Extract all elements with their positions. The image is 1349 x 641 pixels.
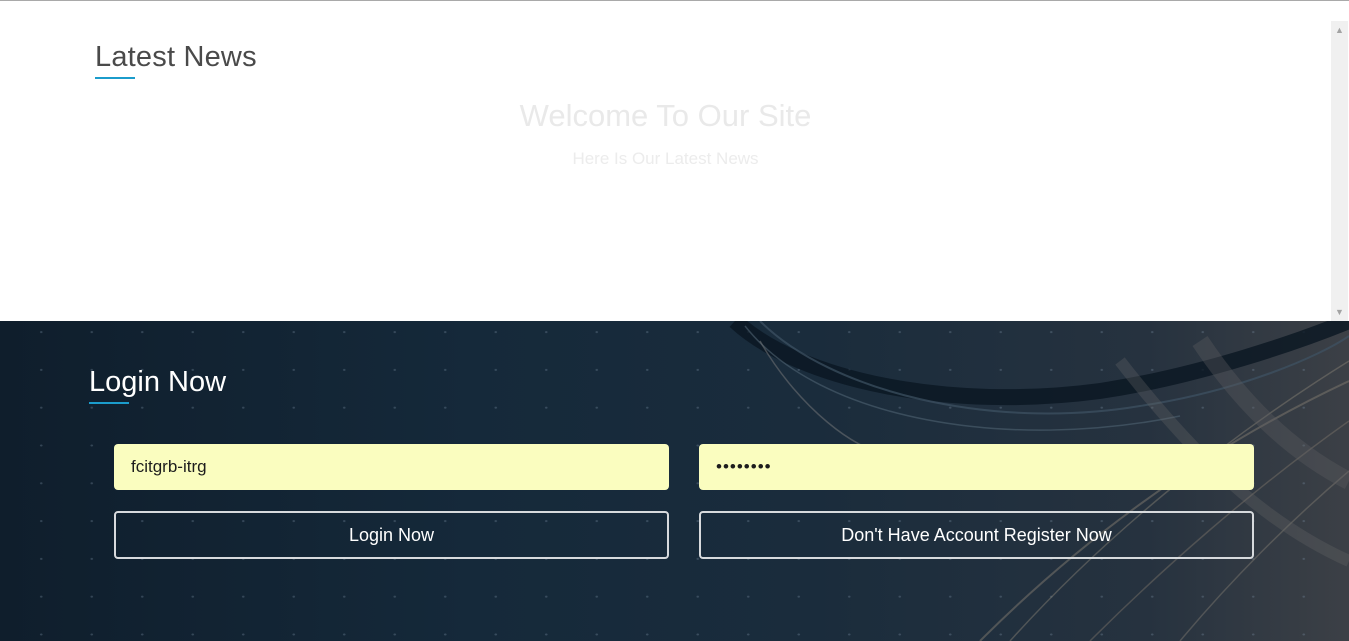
scroll-down-arrow-icon[interactable]: ▼ — [1331, 305, 1348, 319]
welcome-heading: Welcome To Our Site — [519, 98, 812, 133]
welcome-subheading: Here Is Our Latest News — [572, 149, 759, 168]
login-button[interactable]: Login Now — [114, 511, 669, 559]
scroll-up-arrow-icon[interactable]: ▲ — [1331, 23, 1348, 37]
register-button[interactable]: Don't Have Account Register Now — [699, 511, 1254, 559]
password-input[interactable] — [699, 444, 1254, 490]
login-title-underline — [89, 402, 129, 404]
login-section: Login Now Login Now Don't Have Account R… — [0, 321, 1349, 641]
title-underline — [95, 77, 135, 79]
latest-news-title: Latest News — [95, 41, 257, 73]
latest-news-section: Latest News Welcome To Our Site Here Is … — [0, 1, 1331, 321]
username-input[interactable] — [114, 444, 669, 490]
login-title: Login Now — [89, 366, 227, 398]
news-scrollbar[interactable]: ▲ ▼ — [1331, 21, 1348, 321]
